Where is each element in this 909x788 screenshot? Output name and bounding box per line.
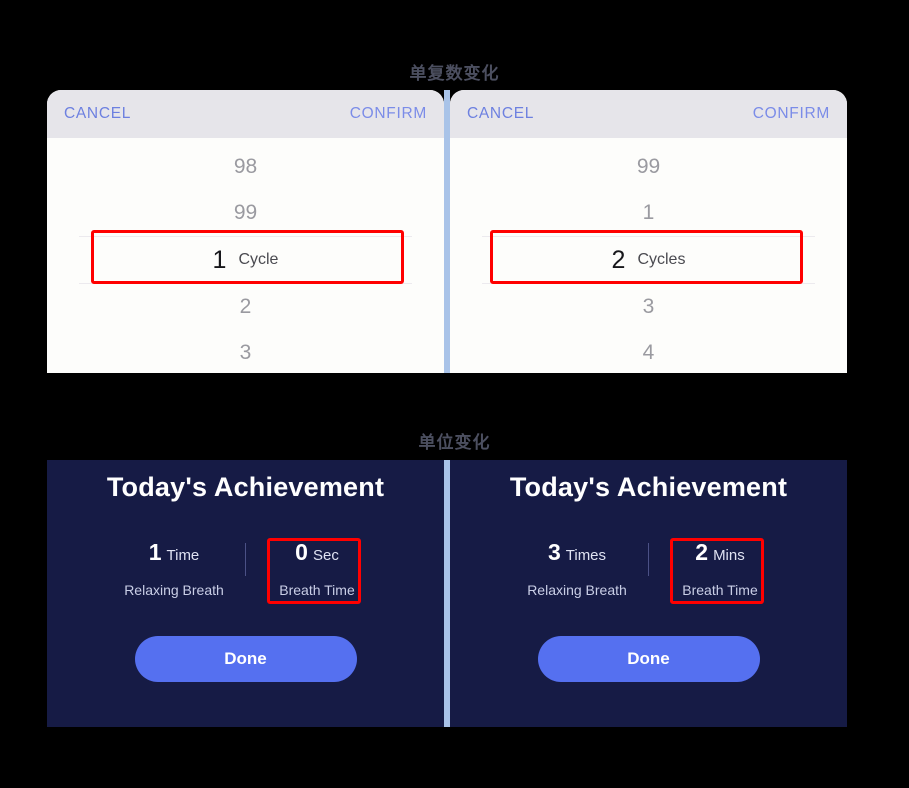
picker-option[interactable]: 4 (450, 330, 847, 373)
picker-option[interactable]: 3 (47, 330, 444, 373)
stats-group: 1 Time Relaxing Breath 0 Sec Breath Time (47, 539, 444, 599)
stat-caption: Relaxing Breath (527, 582, 627, 598)
stat-relaxing-breath: 3 Times Relaxing Breath (506, 539, 648, 599)
done-button-wrap: Done (47, 636, 444, 682)
stat-breath-time: 2 Mins Breath Time (649, 539, 791, 599)
stat-unit: Mins (713, 547, 745, 564)
section-caption-units: 单位变化 (418, 433, 491, 453)
picker-dialog-singular: CANCEL CONFIRM 98 99 1 Cycle 2 3 (47, 90, 444, 373)
picker-dialog-plural: CANCEL CONFIRM 99 1 2 Cycles 3 4 (450, 90, 847, 373)
cancel-button[interactable]: CANCEL (467, 105, 534, 123)
picker-option[interactable]: 1 (450, 190, 847, 236)
row-separator (481, 236, 816, 237)
picker-option[interactable]: 98 (47, 144, 444, 190)
picker-wheel[interactable]: 98 99 1 Cycle 2 3 (47, 138, 444, 373)
done-button-wrap: Done (450, 636, 847, 682)
picker-selected-unit: Cycle (238, 251, 279, 268)
stat-breath-time: 0 Sec Breath Time (246, 539, 388, 599)
stat-value: 1 (148, 539, 162, 565)
picker-option[interactable]: 99 (47, 190, 444, 236)
achievement-card-minutes: Today's Achievement 3 Times Relaxing Brea… (450, 460, 847, 727)
confirm-button[interactable]: CONFIRM (753, 105, 830, 123)
row-separator (78, 236, 413, 237)
done-button[interactable]: Done (134, 636, 357, 682)
picker-option[interactable]: 3 (450, 284, 847, 330)
picker-comparison-row: CANCEL CONFIRM 98 99 1 Cycle 2 3 CANCEL … (47, 90, 847, 373)
achievement-comparison-row: Today's Achievement 1 Time Relaxing Breat… (47, 460, 847, 727)
stat-unit: Times (565, 547, 607, 564)
stat-unit: Sec (312, 547, 339, 564)
picker-selected-option[interactable]: 2 Cycles (450, 236, 847, 284)
stats-group: 3 Times Relaxing Breath 2 Mins Breath Time (450, 539, 847, 599)
confirm-button[interactable]: CONFIRM (350, 105, 427, 123)
achievement-card-seconds: Today's Achievement 1 Time Relaxing Breat… (47, 460, 444, 727)
stat-caption: Breath Time (279, 582, 355, 598)
cancel-button[interactable]: CANCEL (64, 105, 131, 123)
page-title: Today's Achievement (106, 472, 385, 502)
picker-option[interactable]: 99 (450, 144, 847, 190)
picker-selected-unit: Cycles (637, 251, 686, 268)
picker-selected-value: 1 (212, 245, 227, 274)
picker-selected-option[interactable]: 1 Cycle (47, 236, 444, 284)
picker-wheel[interactable]: 99 1 2 Cycles 3 4 (450, 138, 847, 373)
page-title: Today's Achievement (509, 472, 788, 502)
stat-value: 2 (695, 539, 709, 565)
section-caption-plurality: 单复数变化 (409, 64, 500, 84)
picker-option[interactable]: 2 (47, 284, 444, 330)
stat-value: 3 (547, 539, 561, 565)
stat-unit: Time (166, 547, 200, 564)
done-button[interactable]: Done (537, 636, 760, 682)
stat-caption: Breath Time (682, 582, 758, 598)
stat-caption: Relaxing Breath (124, 582, 224, 598)
stat-value: 0 (295, 539, 308, 565)
picker-header: CANCEL CONFIRM (47, 90, 444, 138)
picker-header: CANCEL CONFIRM (450, 90, 847, 138)
picker-selected-value: 2 (611, 245, 626, 274)
stat-relaxing-breath: 1 Time Relaxing Breath (103, 539, 245, 599)
